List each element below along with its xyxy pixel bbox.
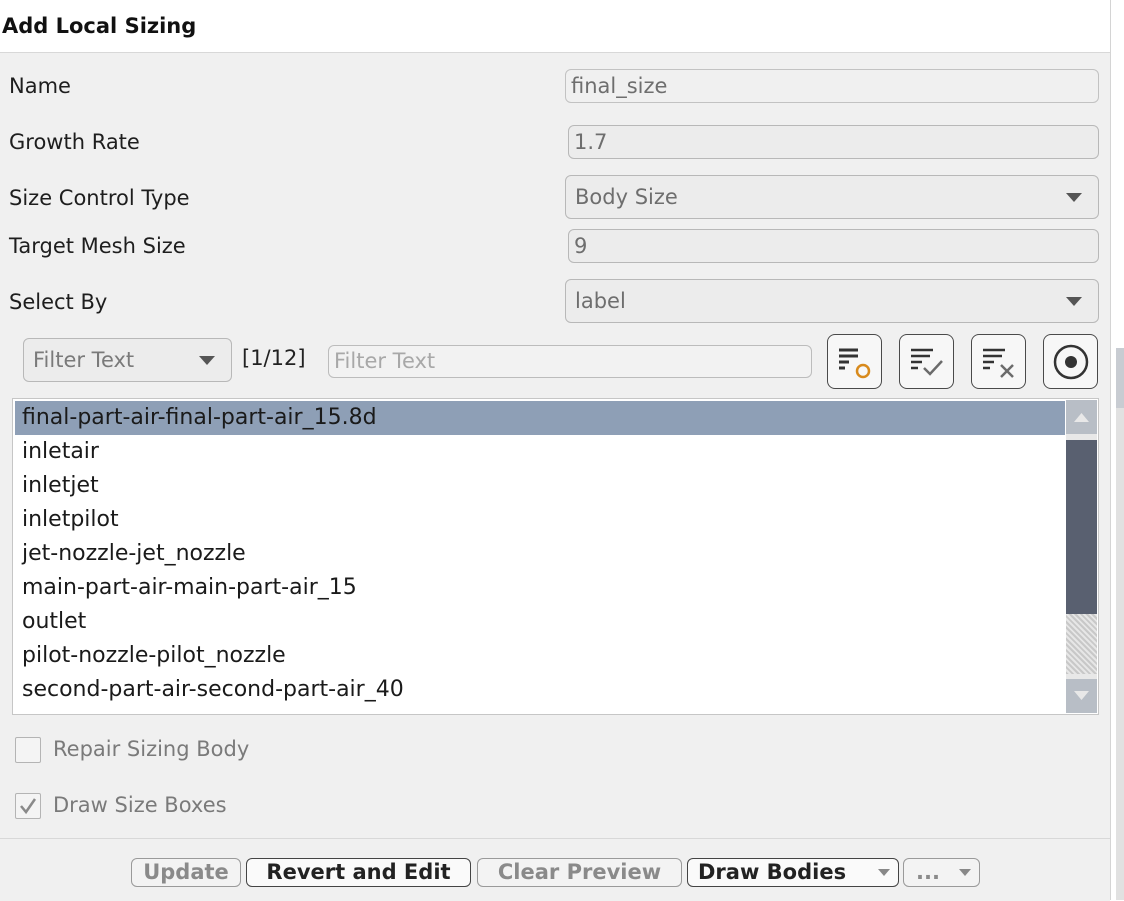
chevron-down-icon	[199, 356, 215, 365]
list-item[interactable]: inletpilot	[15, 503, 1065, 537]
repair-sizing-body-checkbox[interactable]	[15, 737, 41, 763]
filter-options-icon	[839, 348, 871, 379]
list-item[interactable]: pilot-nozzle-pilot_nozzle	[15, 639, 1065, 673]
select-by-value: label	[575, 289, 626, 313]
list-item[interactable]: final-part-air-final-part-air_15.8d	[15, 401, 1065, 435]
chevron-down-icon	[1066, 193, 1082, 202]
clear-preview-button[interactable]: Clear Preview	[477, 858, 682, 887]
circle-select-icon	[1053, 344, 1089, 380]
local-sizing-panel: Add Local Sizing Name final_size Growth …	[0, 0, 1111, 901]
update-button[interactable]: Update	[131, 858, 241, 887]
scroll-up-button[interactable]	[1066, 400, 1097, 434]
target-mesh-size-field[interactable]: 9	[568, 229, 1099, 263]
target-mesh-size-label: Target Mesh Size	[9, 234, 186, 258]
checkmark-icon	[20, 798, 37, 815]
revert-and-edit-button[interactable]: Revert and Edit	[246, 858, 471, 887]
filter-options-button[interactable]	[827, 334, 882, 389]
more-options-dropdown[interactable]: ...	[903, 858, 980, 887]
filter-text-input[interactable]: Filter Text	[328, 345, 812, 378]
draw-size-boxes-label: Draw Size Boxes	[53, 793, 227, 817]
growth-rate-field[interactable]: 1.7	[568, 125, 1099, 159]
select-by-label: Select By	[9, 290, 108, 314]
growth-rate-label: Growth Rate	[9, 130, 140, 154]
zone-list[interactable]: final-part-air-final-part-air_15.8d inle…	[12, 398, 1099, 715]
select-all-icon	[911, 348, 943, 376]
list-item[interactable]: second-part-air-second-part-air_40	[15, 673, 1065, 707]
scroll-thumb[interactable]	[1066, 440, 1097, 614]
deselect-all-button[interactable]	[971, 334, 1026, 389]
name-label: Name	[9, 74, 71, 98]
chevron-down-icon	[878, 869, 890, 876]
circle-select-button[interactable]	[1043, 334, 1098, 389]
filter-mode-select[interactable]: Filter Text	[23, 338, 232, 382]
chevron-down-icon	[959, 869, 971, 876]
triangle-down-icon	[1074, 691, 1089, 700]
scroll-track-hatch	[1066, 614, 1097, 674]
name-field[interactable]: final_size	[565, 69, 1099, 103]
side-scrollbar-thumb[interactable]	[1116, 348, 1124, 408]
filter-mode-value: Filter Text	[33, 348, 135, 372]
select-all-button[interactable]	[899, 334, 954, 389]
select-by-select[interactable]: label	[565, 279, 1099, 323]
size-control-type-value: Body Size	[575, 185, 678, 209]
list-item[interactable]: inletjet	[15, 469, 1065, 503]
dialog-header: Add Local Sizing	[0, 0, 1110, 53]
size-control-type-label: Size Control Type	[9, 186, 190, 210]
dialog-title: Add Local Sizing	[2, 14, 197, 38]
list-item[interactable]: main-part-air-main-part-air_15	[15, 571, 1065, 605]
draw-size-boxes-checkbox[interactable]	[15, 793, 41, 819]
draw-bodies-label: Draw Bodies	[698, 860, 847, 884]
side-scrollbar[interactable]	[1116, 348, 1124, 900]
draw-bodies-dropdown[interactable]: Draw Bodies	[687, 858, 899, 887]
list-item[interactable]: outlet	[15, 605, 1065, 639]
list-scrollbar[interactable]	[1066, 400, 1097, 713]
triangle-up-icon	[1074, 413, 1089, 422]
more-options-label: ...	[916, 860, 940, 884]
chevron-down-icon	[1066, 297, 1082, 306]
deselect-all-icon	[983, 348, 1014, 378]
list-item[interactable]: jet-nozzle-jet_nozzle	[15, 537, 1065, 571]
size-control-type-select[interactable]: Body Size	[565, 175, 1099, 219]
scroll-down-button[interactable]	[1066, 679, 1097, 713]
selection-count: [1/12]	[242, 346, 306, 370]
list-item[interactable]: inletair	[15, 435, 1065, 469]
repair-sizing-body-label: Repair Sizing Body	[53, 737, 250, 761]
